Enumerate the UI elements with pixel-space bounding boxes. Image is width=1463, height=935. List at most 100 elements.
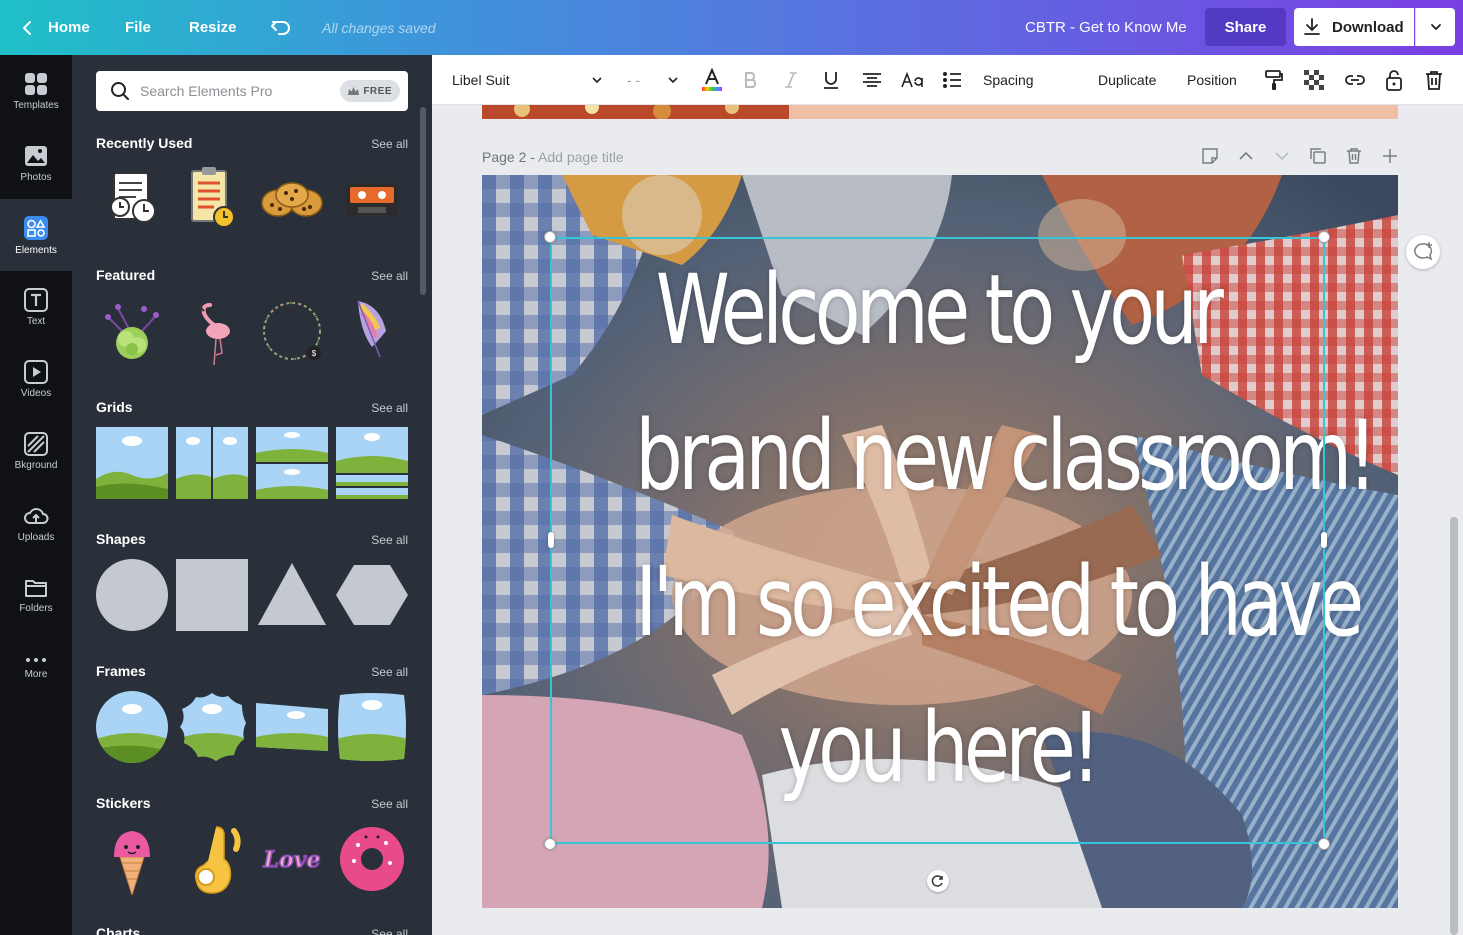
add-comment-button[interactable] <box>1406 235 1440 269</box>
grid-single-element[interactable] <box>96 427 168 499</box>
section-title-stickers: Stickers <box>96 795 151 811</box>
transparency-button[interactable] <box>1304 55 1324 105</box>
donut-sticker[interactable] <box>336 823 408 895</box>
download-options-button[interactable] <box>1415 8 1455 46</box>
page-1-bottom-edge[interactable] <box>482 105 1398 119</box>
more-icon <box>26 657 46 662</box>
search-box[interactable]: FREE <box>96 71 408 111</box>
font-family-dropdown[interactable]: Libel Suit <box>452 55 607 105</box>
selection-box <box>550 237 1325 844</box>
see-all-recently-used[interactable]: See all <box>371 137 408 151</box>
see-all-grids[interactable]: See all <box>371 401 408 415</box>
font-size-dropdown[interactable]: - - <box>627 55 679 105</box>
triangle-shape[interactable] <box>256 559 328 631</box>
text-icon <box>24 287 48 312</box>
rail-item-background[interactable]: Bkground <box>0 415 72 487</box>
letter-case-button[interactable] <box>901 55 925 105</box>
see-all-charts[interactable]: See all <box>371 927 408 935</box>
feather-element[interactable] <box>336 295 408 367</box>
rail-item-videos[interactable]: Videos <box>0 343 72 415</box>
checklist-timer-element[interactable] <box>176 163 248 235</box>
rail-item-elements[interactable]: Elements <box>0 199 72 271</box>
rail-label: Uploads <box>17 531 55 543</box>
list-button[interactable] <box>942 55 962 105</box>
resize-handle-bottom-left[interactable] <box>544 838 556 850</box>
rail-item-more[interactable]: More <box>0 631 72 703</box>
skewed-frame[interactable] <box>256 691 328 763</box>
underline-icon <box>824 72 838 89</box>
rail-item-templates[interactable]: Templates <box>0 55 72 127</box>
rotate-handle[interactable] <box>927 870 949 892</box>
trash-icon <box>1426 71 1442 90</box>
see-all-stickers[interactable]: See all <box>371 797 408 811</box>
add-page-icon[interactable] <box>1381 147 1399 165</box>
see-all-frames[interactable]: See all <box>371 665 408 679</box>
ok-hand-sticker[interactable] <box>176 823 248 895</box>
flamingo-element[interactable] <box>176 295 248 367</box>
file-menu-button[interactable]: File <box>125 0 151 55</box>
resize-handle-bottom-right[interactable] <box>1318 838 1330 850</box>
canva-editor: Home File Resize All changes saved CBTR … <box>0 0 1463 935</box>
undo-button[interactable] <box>270 0 292 55</box>
document-title[interactable]: CBTR - Get to Know Me <box>1025 0 1187 55</box>
rail-item-uploads[interactable]: Uploads <box>0 487 72 559</box>
succulent-element[interactable] <box>96 295 168 367</box>
rail-item-text[interactable]: Text <box>0 271 72 343</box>
resize-button[interactable]: Resize <box>189 0 237 55</box>
download-button[interactable]: Download <box>1294 8 1414 46</box>
cookies-element[interactable] <box>256 163 328 235</box>
download-icon <box>1304 18 1320 35</box>
scalloped-frame[interactable] <box>176 691 248 763</box>
clipboard-clock-element[interactable] <box>96 163 168 235</box>
wreath-element[interactable]: $ <box>256 295 328 367</box>
chevron-down-icon[interactable] <box>1273 147 1291 165</box>
rounded-frame[interactable] <box>336 691 408 763</box>
rail-label: Videos <box>20 387 52 399</box>
square-shape[interactable] <box>176 559 248 631</box>
chevron-down-icon <box>592 77 602 84</box>
italic-button[interactable] <box>783 55 799 105</box>
lock-button[interactable] <box>1385 55 1403 105</box>
delete-button[interactable] <box>1425 55 1443 105</box>
page-2-canvas[interactable]: Welcome to your brand new classroom! I'm… <box>482 175 1398 908</box>
align-button[interactable] <box>862 55 882 105</box>
ice-cream-sticker[interactable] <box>96 823 168 895</box>
duplicate-button[interactable]: Duplicate <box>1098 55 1156 105</box>
circle-frame[interactable] <box>96 691 168 763</box>
text-color-button[interactable] <box>701 55 723 105</box>
spacing-button[interactable]: Spacing <box>983 55 1034 105</box>
resize-handle-right[interactable] <box>1321 532 1327 548</box>
top-bar: Home File Resize All changes saved CBTR … <box>0 0 1463 55</box>
link-button[interactable] <box>1344 55 1366 105</box>
rail-label: Templates <box>13 99 59 111</box>
resize-handle-left[interactable] <box>548 532 554 548</box>
rail-item-photos[interactable]: Photos <box>0 127 72 199</box>
see-all-featured[interactable]: See all <box>371 269 408 283</box>
circle-shape[interactable] <box>96 559 168 631</box>
underline-button[interactable] <box>822 55 840 105</box>
home-button[interactable]: Home <box>20 0 90 55</box>
hexagon-shape[interactable] <box>336 559 408 631</box>
see-all-shapes[interactable]: See all <box>371 533 408 547</box>
resize-handle-top-right[interactable] <box>1318 231 1330 243</box>
canvas-scrollbar[interactable] <box>1450 517 1458 935</box>
delete-page-icon[interactable] <box>1345 147 1363 165</box>
love-sticker[interactable]: Love <box>256 823 328 895</box>
copy-style-button[interactable] <box>1264 55 1284 105</box>
grid-three-row-element[interactable] <box>336 427 408 499</box>
panel-scrollbar[interactable] <box>420 107 426 295</box>
bold-button[interactable] <box>743 55 759 105</box>
note-icon[interactable] <box>1201 147 1219 165</box>
download-label: Download <box>1332 18 1404 36</box>
rail-item-folders[interactable]: Folders <box>0 559 72 631</box>
chevron-up-icon[interactable] <box>1237 147 1255 165</box>
cassette-tape-element[interactable] <box>336 163 408 235</box>
search-input[interactable] <box>140 83 340 99</box>
position-button[interactable]: Position <box>1187 55 1237 105</box>
resize-handle-top-left[interactable] <box>544 231 556 243</box>
grid-two-column-element[interactable] <box>176 427 248 499</box>
duplicate-page-icon[interactable] <box>1309 147 1327 165</box>
page-title-input[interactable]: Add page title <box>538 149 624 165</box>
grid-two-row-element[interactable] <box>256 427 328 499</box>
share-button[interactable]: Share <box>1205 8 1286 46</box>
